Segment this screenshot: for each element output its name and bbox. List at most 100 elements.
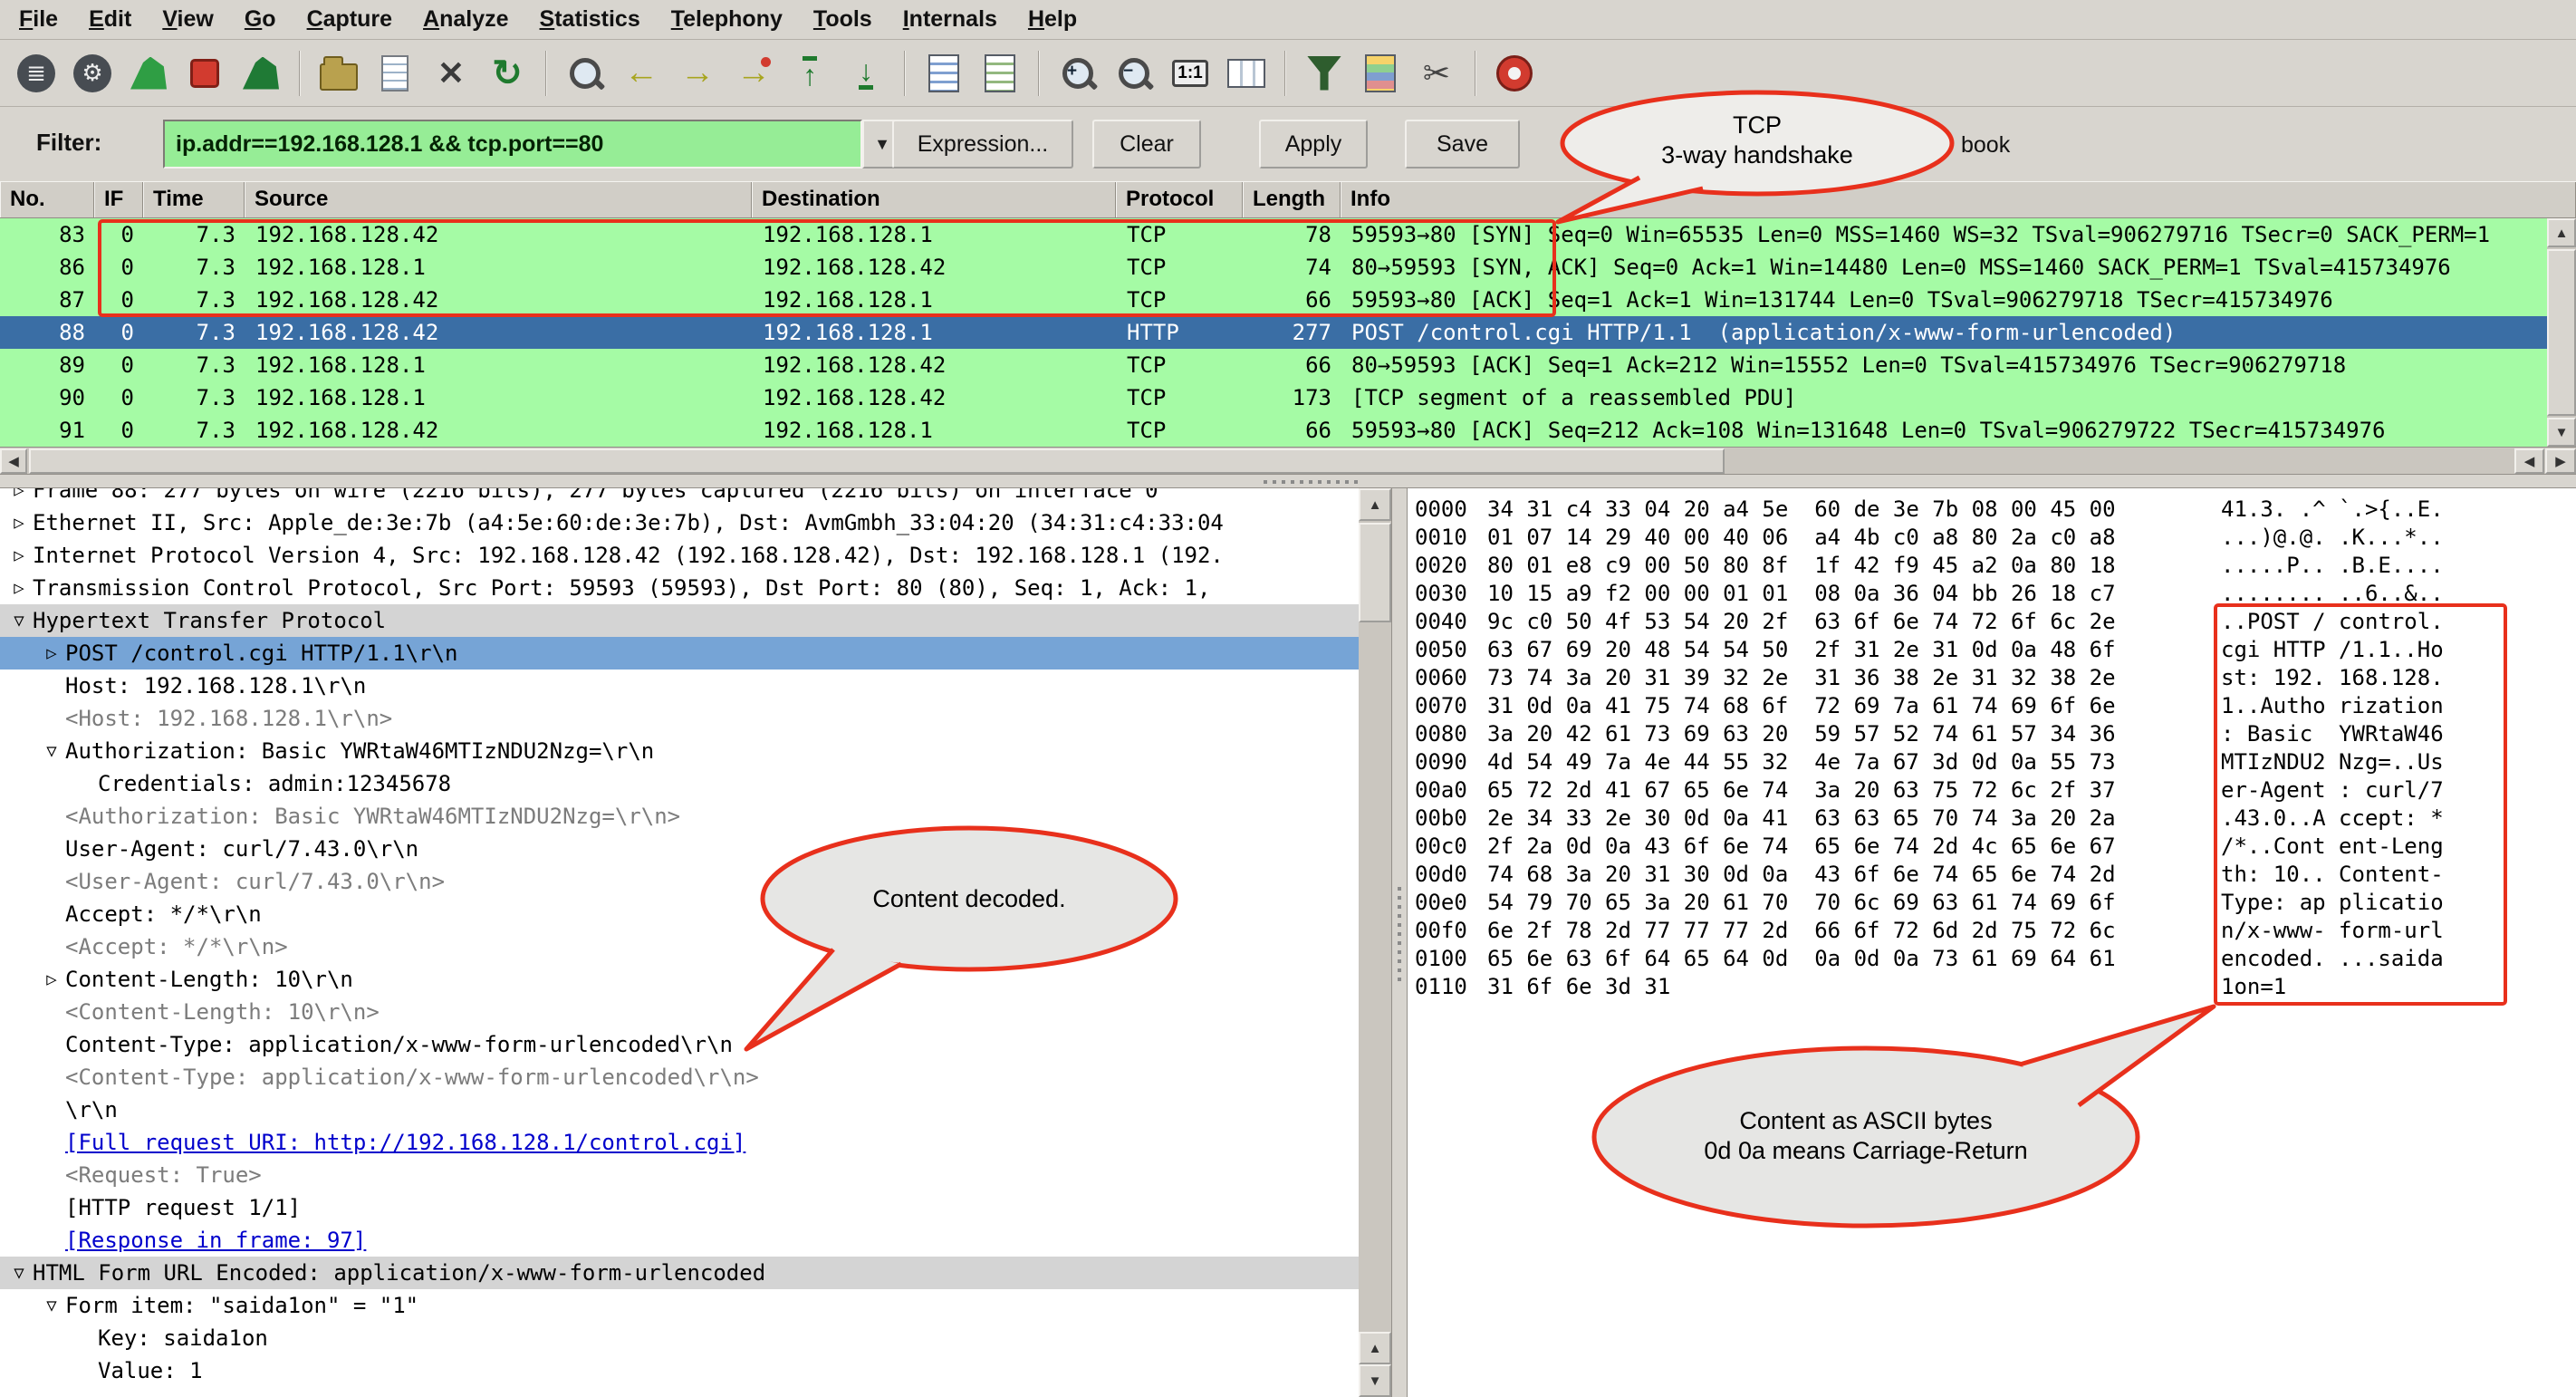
detail-line-27[interactable]: Value: 1 — [0, 1354, 1359, 1387]
packet-row-90[interactable]: 9007.3192.168.128.1192.168.128.42TCP173[… — [0, 381, 2547, 414]
filter-input[interactable]: ip.addr==192.168.128.1 && tcp.port==80 — [163, 120, 862, 169]
hex-row-00e0[interactable]: 00e054 79 70 65 3a 20 61 70 70 6c 69 63 … — [1415, 889, 2576, 917]
column-header-if[interactable]: IF — [94, 182, 143, 217]
menu-view[interactable]: View — [147, 6, 229, 33]
hex-row-0040[interactable]: 00409c c0 50 4f 53 54 20 2f 63 6f 6e 74 … — [1415, 608, 2576, 636]
hex-row-0030[interactable]: 003010 15 a9 f2 00 00 01 01 08 0a 36 04 … — [1415, 580, 2576, 608]
resize-columns-button[interactable] — [1221, 46, 1272, 101]
column-header-no[interactable]: No. — [0, 182, 94, 217]
stop-capture-button[interactable] — [179, 46, 230, 101]
menu-go[interactable]: Go — [229, 6, 292, 33]
detail-line-12[interactable]: <User-Agent: curl/7.43.0\r\n> — [0, 865, 1359, 898]
save-button[interactable]: Save — [1405, 120, 1520, 169]
scroll-up-button-secondary[interactable]: ▲ — [1359, 1332, 1391, 1364]
expander-icon[interactable]: ▽ — [38, 735, 65, 767]
hex-row-0060[interactable]: 006073 74 3a 20 31 39 32 2e 31 36 38 2e … — [1415, 664, 2576, 692]
scroll-right-button[interactable]: ▶ — [2545, 448, 2576, 474]
go-forward-button[interactable]: → — [672, 46, 723, 101]
menu-statistics[interactable]: Statistics — [524, 6, 656, 33]
detail-line-18[interactable]: <Content-Type: application/x-www-form-ur… — [0, 1061, 1359, 1094]
scrollbar-thumb[interactable] — [1359, 523, 1391, 622]
detail-line-6[interactable]: Host: 192.168.128.1\r\n — [0, 670, 1359, 702]
column-header-source[interactable]: Source — [245, 182, 752, 217]
expander-icon[interactable]: ▽ — [38, 1289, 65, 1322]
column-header-length[interactable]: Length — [1243, 182, 1341, 217]
help-button[interactable] — [1489, 46, 1540, 101]
expander-icon[interactable]: ▷ — [5, 506, 33, 539]
expander-icon[interactable]: ▽ — [5, 1257, 33, 1289]
hex-row-00d0[interactable]: 00d074 68 3a 20 31 30 0d 0a 43 6f 6e 74 … — [1415, 861, 2576, 889]
go-back-button[interactable]: ← — [616, 46, 667, 101]
hex-row-0050[interactable]: 005063 67 69 20 48 54 54 50 2f 31 2e 31 … — [1415, 636, 2576, 664]
reload-capture-file-button[interactable]: ↻ — [482, 46, 533, 101]
scrollbar-thumb[interactable] — [2547, 249, 2576, 416]
hex-row-0100[interactable]: 010065 6e 63 6f 64 65 64 0d 0a 0d 0a 73 … — [1415, 945, 2576, 973]
scroll-down-button[interactable]: ▼ — [2547, 418, 2576, 447]
detail-line-1[interactable]: ▷Ethernet II, Src: Apple_de:3e:7b (a4:5e… — [0, 506, 1359, 539]
open-capture-file-button[interactable] — [313, 46, 364, 101]
preferences-button[interactable]: ✂ — [1411, 46, 1462, 101]
detail-line-14[interactable]: <Accept: */*\r\n> — [0, 930, 1359, 963]
display-filter-button[interactable] — [1299, 46, 1350, 101]
detail-line-4[interactable]: ▽Hypertext Transfer Protocol — [0, 604, 1359, 637]
clear-button[interactable]: Clear — [1092, 120, 1201, 169]
detail-line-16[interactable]: <Content-Length: 10\r\n> — [0, 996, 1359, 1028]
detail-line-11[interactable]: User-Agent: curl/7.43.0\r\n — [0, 833, 1359, 865]
detail-line-19[interactable]: \r\n — [0, 1094, 1359, 1126]
packet-row-87[interactable]: 8707.3192.168.128.42192.168.128.1TCP6659… — [0, 284, 2547, 316]
find-packet-button[interactable] — [560, 46, 610, 101]
menu-edit[interactable]: Edit — [73, 6, 147, 33]
column-header-info[interactable]: Info — [1341, 182, 2576, 217]
hex-row-0110[interactable]: 011031 6f 6e 3d 311on=1 — [1415, 973, 2576, 1001]
menu-analyze[interactable]: Analyze — [408, 6, 524, 33]
go-to-top-button[interactable]: ↑ — [784, 46, 835, 101]
list-interfaces-button[interactable]: ≣ — [11, 46, 62, 101]
menu-tools[interactable]: Tools — [798, 6, 888, 33]
menu-internals[interactable]: Internals — [888, 6, 1013, 33]
scroll-left-button-secondary[interactable]: ◀ — [2514, 448, 2544, 474]
hex-row-0090[interactable]: 00904d 54 49 7a 4e 44 55 32 4e 7a 67 3d … — [1415, 748, 2576, 776]
detail-line-25[interactable]: ▽Form item: "saida1on" = "1" — [0, 1289, 1359, 1322]
zoom-out-button[interactable]: − — [1109, 46, 1159, 101]
close-capture-file-button[interactable]: ✕ — [426, 46, 476, 101]
detail-line-8[interactable]: ▽Authorization: Basic YWRtaW46MTIzNDU2Nz… — [0, 735, 1359, 767]
detail-line-15[interactable]: ▷Content-Length: 10\r\n — [0, 963, 1359, 996]
menu-capture[interactable]: Capture — [292, 6, 408, 33]
scroll-left-button[interactable]: ◀ — [0, 448, 27, 474]
zoom-100-button[interactable]: 1:1 — [1165, 46, 1216, 101]
detail-line-23[interactable]: [Response in frame: 97] — [0, 1224, 1359, 1257]
details-vscrollbar[interactable]: ▲ ▲ ▼ — [1359, 488, 1391, 1397]
apply-button[interactable]: Apply — [1259, 120, 1368, 169]
packet-row-89[interactable]: 8907.3192.168.128.1192.168.128.42TCP6680… — [0, 349, 2547, 381]
restart-capture-button[interactable] — [235, 46, 286, 101]
packet-list-hscrollbar[interactable]: ◀ ◀ ▶ — [0, 447, 2576, 474]
detail-line-0[interactable]: ▷Frame 88: 277 bytes on wire (2216 bits)… — [0, 488, 1359, 506]
coloring-rules-button[interactable] — [1355, 46, 1406, 101]
go-to-bottom-button[interactable]: ↓ — [841, 46, 891, 101]
scrollbar-thumb[interactable] — [29, 448, 1725, 474]
hex-row-00a0[interactable]: 00a065 72 2d 41 67 65 6e 74 3a 20 63 75 … — [1415, 776, 2576, 804]
hex-row-0000[interactable]: 000034 31 c4 33 04 20 a4 5e 60 de 3e 7b … — [1415, 496, 2576, 524]
expander-icon[interactable]: ▽ — [5, 604, 33, 637]
detail-line-3[interactable]: ▷Transmission Control Protocol, Src Port… — [0, 572, 1359, 604]
expander-icon[interactable]: ▷ — [38, 637, 65, 670]
column-header-destination[interactable]: Destination — [752, 182, 1116, 217]
capture-options-button[interactable]: ⚙ — [67, 46, 118, 101]
detail-line-13[interactable]: Accept: */*\r\n — [0, 898, 1359, 930]
detail-line-26[interactable]: Key: saida1on — [0, 1322, 1359, 1354]
column-header-protocol[interactable]: Protocol — [1116, 182, 1243, 217]
hex-row-00c0[interactable]: 00c02f 2a 0d 0a 43 6f 6e 74 65 6e 74 2d … — [1415, 833, 2576, 861]
hex-row-0020[interactable]: 002080 01 e8 c9 00 50 80 8f 1f 42 f9 45 … — [1415, 552, 2576, 580]
detail-line-9[interactable]: Credentials: admin:12345678 — [0, 767, 1359, 800]
expander-icon[interactable]: ▷ — [5, 488, 33, 506]
expander-icon[interactable]: ▷ — [38, 963, 65, 996]
save-capture-file-button[interactable] — [370, 46, 420, 101]
detail-line-5[interactable]: ▷POST /control.cgi HTTP/1.1\r\n — [0, 637, 1359, 670]
menu-telephony[interactable]: Telephony — [656, 6, 798, 33]
scroll-up-button[interactable]: ▲ — [1359, 488, 1391, 521]
packet-row-91[interactable]: 9107.3192.168.128.42192.168.128.1TCP6659… — [0, 414, 2547, 447]
hex-row-00b0[interactable]: 00b02e 34 33 2e 30 0d 0a 41 63 63 65 70 … — [1415, 804, 2576, 833]
hex-row-0080[interactable]: 00803a 20 42 61 73 69 63 20 59 57 52 74 … — [1415, 720, 2576, 748]
pane-splitter-vertical[interactable] — [1391, 488, 1408, 1397]
detail-line-20[interactable]: [Full request URI: http://192.168.128.1/… — [0, 1126, 1359, 1159]
